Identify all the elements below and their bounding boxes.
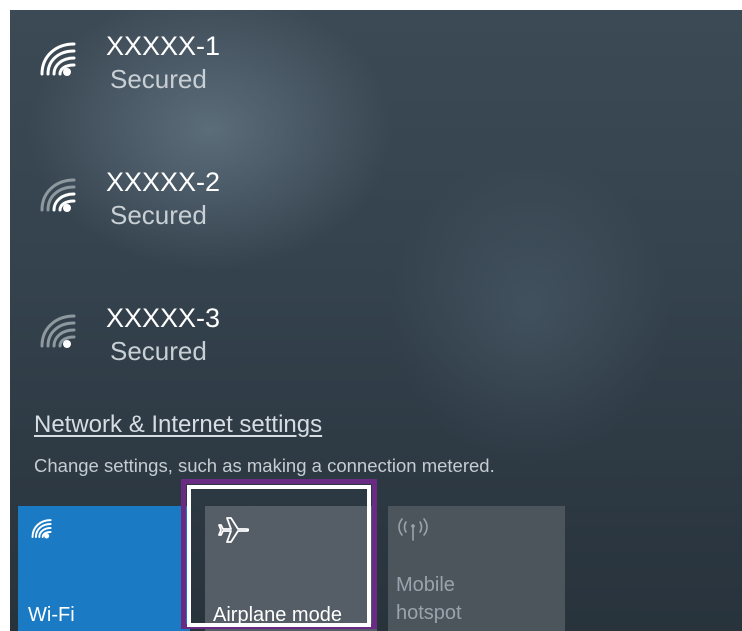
network-ssid: XXXXX-1 bbox=[106, 31, 221, 61]
network-internet-settings-link[interactable]: Network & Internet settings bbox=[34, 410, 322, 440]
hotspot-tile-label: Mobile hotspot bbox=[396, 574, 462, 624]
wifi-signal-icon bbox=[40, 178, 76, 212]
network-status: Secured bbox=[110, 336, 207, 366]
network-ssid: XXXXX-2 bbox=[106, 167, 221, 197]
airplane-icon bbox=[218, 517, 249, 543]
wifi-toggle-tile[interactable]: Wi-Fi bbox=[18, 506, 190, 631]
settings-description: Change settings, such as making a connec… bbox=[34, 455, 495, 476]
network-status: Secured bbox=[110, 64, 207, 94]
mobile-hotspot-tile[interactable]: Mobile hotspot bbox=[388, 506, 565, 631]
wifi-icon bbox=[31, 519, 52, 539]
network-item-1[interactable]: XXXXX-1 Secured bbox=[34, 30, 454, 100]
network-ssid: XXXXX-3 bbox=[106, 303, 221, 333]
network-flyout: XXXXX-1 Secured XXXXX-2 Secured XXXXX-3 … bbox=[10, 10, 742, 631]
airplane-mode-tile[interactable]: Airplane mode bbox=[205, 506, 377, 631]
wifi-tile-label: Wi-Fi bbox=[28, 604, 75, 626]
airplane-tile-label: Airplane mode bbox=[213, 604, 342, 626]
wifi-signal-icon bbox=[40, 314, 76, 348]
network-item-3[interactable]: XXXXX-3 Secured bbox=[34, 302, 454, 372]
mobile-hotspot-icon bbox=[398, 518, 428, 541]
network-status: Secured bbox=[110, 200, 207, 230]
network-item-2[interactable]: XXXXX-2 Secured bbox=[34, 166, 454, 236]
wifi-signal-icon bbox=[40, 42, 76, 76]
